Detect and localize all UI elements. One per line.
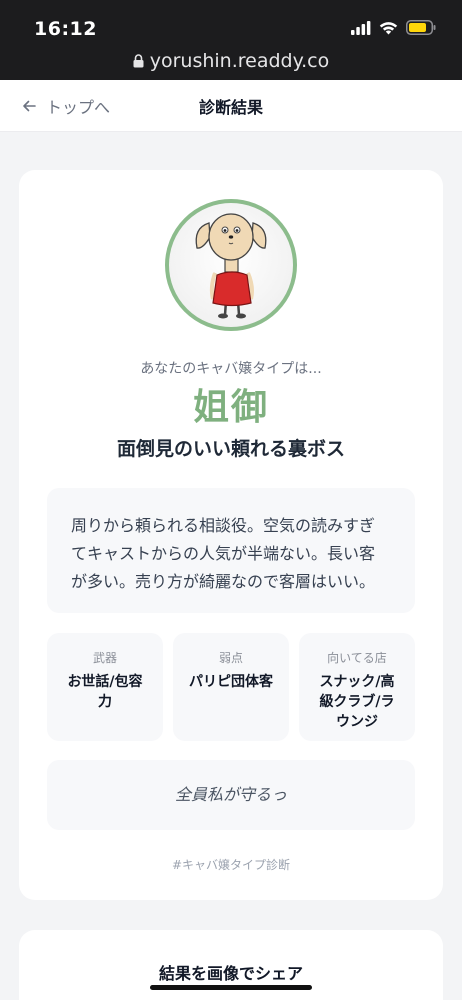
- attribute-value: パリピ団体客: [173, 672, 289, 692]
- attribute-suited-shop: 向いてる店 スナック/高 級クラブ/ラ ウンジ: [299, 633, 415, 741]
- type-name: 姐御: [192, 387, 269, 428]
- description-line: 周りから頼られる相談役。空気の読みすぎ: [71, 516, 376, 535]
- page-title: 診断結果: [198, 98, 263, 117]
- battery-icon: [406, 20, 436, 35]
- result-lead: あなたのキャバ嬢タイプは...: [140, 361, 322, 377]
- description-line: てキャストからの人気が半端ない。長い客: [71, 544, 376, 563]
- character-illustration: [195, 213, 267, 319]
- nav-bar: トップへ 診断結果: [0, 80, 462, 132]
- result-card: あなたのキャバ嬢タイプは... 姐御 面倒見のいい頼れる裏ボス 周りから頼られる…: [19, 170, 443, 900]
- attribute-weapon: 武器 お世話/包容 力: [47, 633, 163, 741]
- catchphrase: 全員私が守るっ: [47, 760, 415, 830]
- attribute-weakness: 弱点 パリピ団体客: [173, 633, 289, 741]
- attribute-value-line: 級クラブ/ラ: [319, 694, 395, 710]
- character-avatar: [165, 199, 297, 331]
- address-bar[interactable]: yorushin.readdy.co: [0, 50, 462, 72]
- attribute-label: 武器: [92, 651, 117, 665]
- attribute-value: お世話/包容 力: [47, 672, 163, 712]
- attribute-value-line: 力: [98, 694, 112, 710]
- attribute-value-line: ウンジ: [336, 714, 378, 730]
- description-line: が多い。売り方が綺麗なので客層はいい。: [71, 572, 376, 591]
- home-indicator: [150, 985, 312, 990]
- status-icons: [351, 20, 436, 35]
- share-title: 結果を画像でシェア: [158, 964, 303, 983]
- attribute-value-line: スナック/高: [319, 674, 395, 690]
- url-text: yorushin.readdy.co: [149, 50, 330, 72]
- type-description: 周りから頼られる相談役。空気の読みすぎ てキャストからの人気が半端ない。長い客 …: [47, 488, 415, 613]
- attribute-label: 弱点: [218, 651, 243, 665]
- hashtag: #キャバ嬢タイプ診断: [171, 858, 291, 872]
- clock: 16:12: [34, 18, 97, 40]
- wifi-icon: [379, 21, 398, 34]
- lock-icon: [133, 54, 144, 68]
- signal-icon: [351, 20, 371, 35]
- attribute-value: スナック/高 級クラブ/ラ ウンジ: [299, 672, 415, 732]
- attribute-value-line: パリピ団体客: [189, 674, 273, 690]
- type-subtitle: 面倒見のいい頼れる裏ボス: [116, 438, 345, 460]
- attribute-value-line: お世話/包容: [67, 674, 143, 690]
- status-bar: 16:12 yorushin.readdy.co: [0, 0, 462, 80]
- attribute-label: 向いてる店: [327, 651, 387, 665]
